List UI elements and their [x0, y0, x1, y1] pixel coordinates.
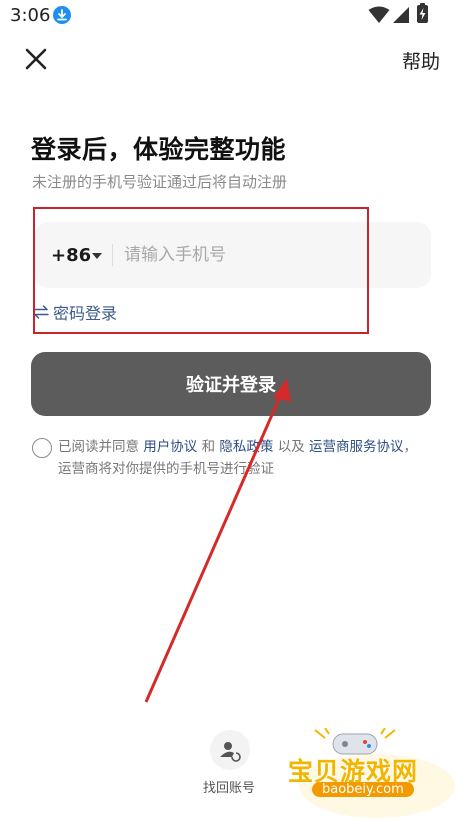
help-link[interactable]: 帮助 [402, 47, 440, 74]
operator-agreement-link[interactable]: 运营商服务协议 [309, 439, 404, 455]
recover-account-button[interactable] [210, 730, 250, 770]
agreement-and: 和 [201, 439, 216, 455]
agreement-text: 已阅读并同意 用户协议 和 隐私政策 以及 运营商服务协议， 运营商将对你提供的… [58, 436, 438, 480]
download-icon [53, 6, 71, 24]
agreement-comma: ， [403, 439, 417, 455]
close-icon[interactable] [23, 46, 49, 72]
page-title: 登录后，体验完整功能 [31, 135, 287, 164]
agreement-prefix: 已阅读并同意 [58, 439, 139, 455]
wifi-icon [368, 6, 390, 23]
page-subtitle: 未注册的手机号验证通过后将自动注册 [32, 173, 288, 191]
user-refresh-icon [220, 742, 241, 762]
recover-account-label[interactable]: 找回账号 [203, 777, 255, 796]
agreement-checkbox[interactable] [32, 438, 52, 458]
battery-icon [417, 5, 428, 23]
user-agreement-link[interactable]: 用户协议 [143, 439, 197, 455]
agreement-line2: 运营商将对你提供的手机号进行验证 [58, 461, 274, 477]
agreement-and2: 以及 [277, 439, 305, 455]
verify-login-button[interactable]: 验证并登录 [31, 352, 431, 416]
status-time: 3:06 [10, 5, 51, 26]
watermark-url: baobeiy.com [312, 782, 414, 797]
signal-icon [393, 7, 409, 23]
privacy-policy-link[interactable]: 隐私政策 [219, 439, 273, 455]
annotation-highlight-box [33, 207, 369, 334]
